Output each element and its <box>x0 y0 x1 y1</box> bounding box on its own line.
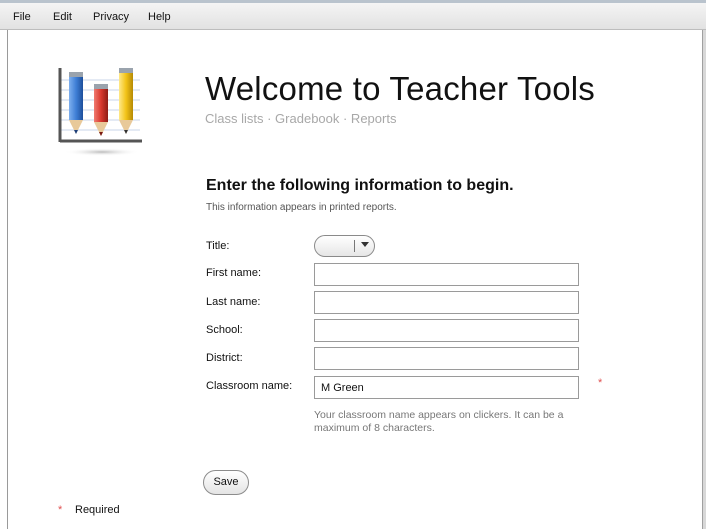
school-label: School: <box>206 324 243 336</box>
required-marker: * <box>598 377 603 389</box>
pencil-bar-chart-icon <box>52 62 152 160</box>
form-heading: Enter the following information to begin… <box>206 177 514 194</box>
dropdown-caret-icon <box>361 242 369 247</box>
dropdown-separator <box>354 240 355 252</box>
classroom-name-label: Classroom name: <box>206 380 293 392</box>
district-field[interactable] <box>314 347 579 370</box>
district-label: District: <box>206 352 243 364</box>
save-button[interactable]: Save <box>203 470 249 495</box>
required-legend-label: Required <box>75 504 120 516</box>
menu-help[interactable]: Help <box>148 11 171 23</box>
window-right-border <box>702 30 706 529</box>
classroom-name-help: Your classroom name appears on clickers.… <box>314 409 564 434</box>
menu-edit[interactable]: Edit <box>53 11 72 23</box>
title-label: Title: <box>206 240 230 252</box>
school-field[interactable] <box>314 319 579 342</box>
classroom-name-field[interactable] <box>314 376 579 399</box>
form-subheading: This information appears in printed repo… <box>206 202 397 213</box>
page-subtitle: Class lists · Gradebook · Reports <box>205 111 397 126</box>
menu-privacy[interactable]: Privacy <box>93 11 129 23</box>
menu-bar: File Edit Privacy Help <box>0 0 706 30</box>
first-name-label: First name: <box>206 267 262 279</box>
required-legend-marker: * <box>58 504 63 516</box>
page-title: Welcome to Teacher Tools <box>205 70 596 107</box>
window-left-border <box>7 30 8 529</box>
menu-file[interactable]: File <box>13 11 31 23</box>
last-name-field[interactable] <box>314 291 579 314</box>
first-name-field[interactable] <box>314 263 579 286</box>
last-name-label: Last name: <box>206 296 261 308</box>
title-dropdown[interactable] <box>314 235 375 257</box>
